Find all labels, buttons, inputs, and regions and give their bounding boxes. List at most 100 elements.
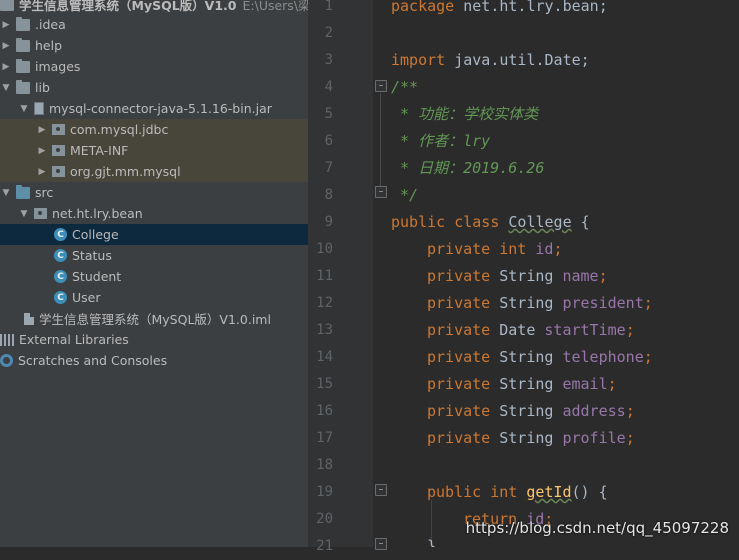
line-number: 9 xyxy=(324,214,333,230)
keyword: private xyxy=(427,321,491,339)
type-name: String xyxy=(490,267,563,285)
package-icon xyxy=(52,166,65,177)
tree-item-images[interactable]: ▶ images xyxy=(0,56,308,77)
method-params: () { xyxy=(571,483,608,501)
semicolon: ; xyxy=(598,267,608,285)
watermark: https://blog.csdn.net/qq_45097228 xyxy=(465,519,729,537)
libraries-icon xyxy=(0,333,14,346)
code-line-field: private int id; xyxy=(427,236,562,263)
brace: { xyxy=(571,213,590,231)
tree-item-status[interactable]: C Status xyxy=(0,245,308,266)
collapse-arrow-icon[interactable]: ▼ xyxy=(18,209,30,219)
expand-arrow-icon[interactable]: ▶ xyxy=(0,62,12,72)
tree-item-idea[interactable]: ▶ .idea xyxy=(0,14,308,35)
code-line-close-brace: } xyxy=(427,537,437,547)
tree-item-label: 学生信息管理系统（MySQL版）V1.0.iml xyxy=(39,312,271,327)
line-number: 2 xyxy=(324,25,333,41)
fold-collapse-icon[interactable] xyxy=(375,538,387,550)
scratches-icon xyxy=(0,354,13,367)
project-folder-icon xyxy=(0,0,14,11)
line-number: 3 xyxy=(324,52,333,68)
collapse-arrow-icon[interactable]: ▼ xyxy=(0,188,12,198)
comment-line: * 功能：学校实体类 xyxy=(391,105,539,123)
tree-root[interactable]: 学生信息管理系统（MySQL版）V1.0 E:\Users\梁\学 xyxy=(0,0,308,15)
line-number: 16 xyxy=(316,403,333,419)
folder-icon xyxy=(16,16,30,31)
package-icon xyxy=(52,145,65,156)
fold-collapse-icon[interactable] xyxy=(375,484,387,496)
line-number: 14 xyxy=(316,349,333,365)
method-name: getId xyxy=(526,483,572,501)
code-line-field: private Date startTime; xyxy=(427,317,635,344)
tree-item-college[interactable]: C College xyxy=(0,224,308,245)
tree-item-package[interactable]: ▼ net.ht.lry.bean xyxy=(0,203,308,224)
code-line-import: import java.util.Date; xyxy=(391,47,590,74)
field-name: telephone xyxy=(562,348,644,366)
import-name: java.util.Date; xyxy=(445,51,590,69)
keyword: public int xyxy=(427,483,518,501)
tree-item-jar[interactable]: ▼ mysql-connector-java-5.1.16-bin.jar xyxy=(0,98,308,119)
expand-arrow-icon[interactable]: ▶ xyxy=(0,20,12,30)
keyword: private xyxy=(427,375,491,393)
line-number: 6 xyxy=(324,133,333,149)
tree-item-org-gjt-mm-mysql[interactable]: ▶ org.gjt.mm.mysql xyxy=(0,161,308,182)
tree-item-label: net.ht.lry.bean xyxy=(52,206,143,221)
jar-icon xyxy=(34,102,44,115)
type-name: String xyxy=(490,348,563,366)
line-number: 7 xyxy=(324,160,333,176)
tree-item-external-libraries[interactable]: External Libraries xyxy=(0,329,308,350)
code-line-field: private String address; xyxy=(427,398,635,425)
field-name: email xyxy=(562,375,608,393)
field-name: name xyxy=(562,267,599,285)
field-name: id xyxy=(535,240,554,258)
fold-collapse-icon[interactable] xyxy=(375,80,387,92)
tree-item-label: src xyxy=(35,185,54,200)
line-number: 19 xyxy=(316,484,333,500)
semicolon: ; xyxy=(607,375,617,393)
code-line-field: private String email; xyxy=(427,371,617,398)
package-name: net.ht.lry.bean; xyxy=(454,0,608,15)
tree-item-scratches[interactable]: Scratches and Consoles xyxy=(0,350,308,371)
collapse-arrow-icon[interactable]: ▼ xyxy=(18,104,30,114)
tree-item-label: .idea xyxy=(35,17,66,32)
code-editor[interactable]: package net.ht.lry.bean; import java.uti… xyxy=(391,0,739,547)
field-name: profile xyxy=(562,429,626,447)
class-icon: C xyxy=(54,228,67,241)
project-tree[interactable]: 学生信息管理系统（MySQL版）V1.0 E:\Users\梁\学 ▶ .ide… xyxy=(0,0,308,547)
field-name: president xyxy=(562,294,644,312)
keyword: private xyxy=(427,429,491,447)
line-number: 17 xyxy=(316,430,333,446)
fold-collapse-icon[interactable] xyxy=(375,186,387,198)
expand-arrow-icon[interactable]: ▶ xyxy=(36,146,48,156)
expand-arrow-icon[interactable]: ▶ xyxy=(36,125,48,135)
code-line-method-decl: public int getId() { xyxy=(427,479,608,506)
expand-arrow-icon[interactable]: ▶ xyxy=(0,41,12,51)
class-icon: C xyxy=(54,249,67,262)
expand-arrow-icon[interactable]: ▶ xyxy=(36,167,48,177)
semicolon: ; xyxy=(643,294,653,312)
line-number: 11 xyxy=(316,268,333,284)
keyword: private int xyxy=(427,240,527,258)
tree-item-label: help xyxy=(35,38,63,53)
comment-line: * 日期：2019.6.26 xyxy=(391,159,545,177)
code-line-field: private String president; xyxy=(427,290,653,317)
collapse-arrow-icon[interactable]: ▼ xyxy=(0,83,12,93)
field-name: startTime xyxy=(544,321,626,339)
class-icon: C xyxy=(54,291,67,304)
tree-item-label: META-INF xyxy=(70,143,129,158)
tree-item-user[interactable]: C User xyxy=(0,287,308,308)
tree-item-com-mysql-jdbc[interactable]: ▶ com.mysql.jdbc xyxy=(0,119,308,140)
tree-item-lib[interactable]: ▼ lib xyxy=(0,77,308,98)
keyword: private xyxy=(427,348,491,366)
tree-item-src[interactable]: ▼ src xyxy=(0,182,308,203)
tree-item-meta-inf[interactable]: ▶ META-INF xyxy=(0,140,308,161)
source-folder-icon xyxy=(16,184,30,199)
line-number: 15 xyxy=(316,376,333,392)
tree-item-label: com.mysql.jdbc xyxy=(70,122,169,137)
tree-item-iml[interactable]: 学生信息管理系统（MySQL版）V1.0.iml xyxy=(0,308,308,329)
tree-item-label: Scratches and Consoles xyxy=(18,353,168,368)
field-name: address xyxy=(562,402,626,420)
line-number: 13 xyxy=(316,322,333,338)
tree-item-help[interactable]: ▶ help xyxy=(0,35,308,56)
tree-item-student[interactable]: C Student xyxy=(0,266,308,287)
